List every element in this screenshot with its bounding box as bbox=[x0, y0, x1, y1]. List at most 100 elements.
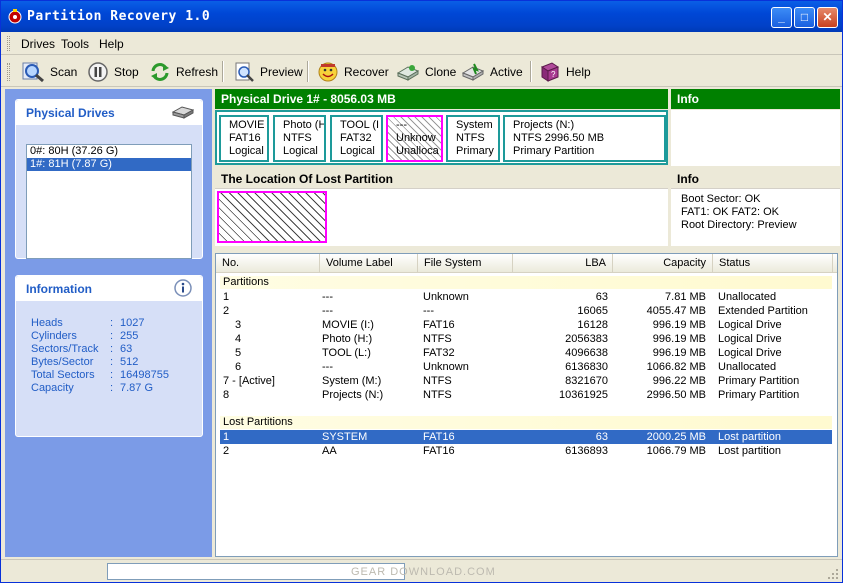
scan-button[interactable]: Scan bbox=[21, 59, 77, 84]
col-file-system[interactable]: File System bbox=[418, 254, 513, 273]
toolbar-separator bbox=[307, 61, 309, 82]
partition-map: MOVIE FAT16 Logical Photo (H NTFS Logica… bbox=[215, 110, 668, 165]
fat-status: FAT1: OK FAT2: OK bbox=[681, 206, 780, 218]
refresh-button[interactable]: Refresh bbox=[149, 59, 218, 84]
menu-drives[interactable]: Drives bbox=[21, 37, 55, 51]
partition-block-photo[interactable]: Photo (H NTFS Logical bbox=[273, 115, 326, 162]
info2-header: Info bbox=[671, 168, 840, 189]
table-row[interactable]: 2 --- --- 16065 4055.47 MB Extended Part… bbox=[220, 304, 832, 318]
lost-partition-block[interactable] bbox=[217, 191, 327, 243]
resize-grip-icon[interactable] bbox=[827, 568, 839, 580]
group-lost-partitions: Lost Partitions bbox=[220, 416, 832, 429]
partition-block-system[interactable]: System NTFS Primary bbox=[446, 115, 500, 162]
boot-sector-status: Boot Sector: OK bbox=[681, 193, 761, 205]
col-volume-label[interactable]: Volume Label bbox=[320, 254, 418, 273]
window-title: Partition Recovery 1.0 bbox=[27, 9, 211, 24]
recover-label: Recover bbox=[344, 64, 389, 79]
toolbar-separator bbox=[222, 61, 224, 82]
col-capacity[interactable]: Capacity bbox=[613, 254, 713, 273]
close-button[interactable]: ✕ bbox=[817, 7, 838, 28]
magnifier-icon bbox=[22, 62, 44, 82]
partition-block-projects[interactable]: Projects (N:) NTFS 2996.50 MB Primary Pa… bbox=[503, 115, 666, 162]
title-bar[interactable]: Partition Recovery 1.0 _ □ ✕ bbox=[1, 1, 842, 32]
partition-table[interactable]: No. Volume Label File System LBA Capacit… bbox=[215, 253, 838, 557]
table-row-lost[interactable]: 2 AA FAT16 6136893 1066.79 MB Lost parti… bbox=[220, 444, 832, 458]
active-label: Active bbox=[490, 64, 523, 79]
table-row[interactable]: 6 --- Unknown 6136830 1066.82 MB Unalloc… bbox=[220, 360, 832, 374]
col-no[interactable]: No. bbox=[216, 254, 320, 273]
preview-button[interactable]: Preview bbox=[233, 59, 303, 84]
clone-label: Clone bbox=[425, 64, 457, 79]
maximize-button[interactable]: □ bbox=[794, 7, 815, 28]
info2-pane: Boot Sector: OK FAT1: OK FAT2: OK Root D… bbox=[671, 189, 840, 246]
status-bar: GEAR DOWNLOAD.COM bbox=[1, 559, 842, 582]
refresh-label: Refresh bbox=[176, 64, 219, 79]
root-directory-status: Root Directory: Preview bbox=[681, 219, 797, 231]
table-row[interactable]: 8 Projects (N:) NTFS 10361925 2996.50 MB… bbox=[220, 388, 832, 402]
info-value: 16498755 bbox=[120, 369, 169, 381]
info-key: Sectors/Track bbox=[31, 343, 99, 355]
help-label: Help bbox=[566, 64, 591, 79]
toolbar-separator bbox=[530, 61, 532, 82]
information-panel: Information Heads:1027 Cylinders:255 Sec… bbox=[15, 275, 203, 437]
menu-bar: Drives Tools Help bbox=[1, 32, 842, 55]
info-key: Cylinders bbox=[31, 330, 77, 342]
lost-location-header: The Location Of Lost Partition bbox=[215, 168, 668, 189]
info-value: 255 bbox=[120, 330, 139, 342]
information-title: Information bbox=[26, 282, 92, 296]
group-partitions: Partitions bbox=[220, 276, 832, 289]
table-row[interactable]: 4 Photo (H:) NTFS 2056383 996.19 MB Logi… bbox=[220, 332, 832, 346]
col-lba[interactable]: LBA bbox=[513, 254, 613, 273]
drive-item-0[interactable]: 0#: 80H (37.26 G) bbox=[27, 145, 191, 158]
left-panel: Physical Drives 0#: 80H (37.26 G) 1#: 81… bbox=[5, 89, 212, 557]
help-button[interactable]: ? Help bbox=[539, 59, 591, 84]
recover-button[interactable]: Recover bbox=[317, 59, 389, 84]
refresh-icon bbox=[151, 62, 169, 81]
clone-button[interactable]: Clone bbox=[396, 59, 456, 84]
table-row[interactable]: 3 MOVIE (I:) FAT16 16128 996.19 MB Logic… bbox=[220, 318, 832, 332]
physical-drives-panel: Physical Drives 0#: 80H (37.26 G) 1#: 81… bbox=[15, 99, 203, 259]
info-key: Bytes/Sector bbox=[31, 356, 94, 368]
preview-label: Preview bbox=[260, 64, 303, 79]
stop-button[interactable]: Stop bbox=[87, 59, 139, 84]
information-header: Information bbox=[16, 276, 202, 301]
active-button[interactable]: Active bbox=[461, 59, 523, 84]
toolbar: Scan Stop Refresh Preview Recover Clone … bbox=[1, 56, 842, 87]
table-row-lost-selected[interactable]: 1 SYSTEM FAT16 63 2000.25 MB Lost partit… bbox=[220, 430, 832, 444]
info-value: 1027 bbox=[120, 317, 145, 329]
info-value: 512 bbox=[120, 356, 139, 368]
drive-header: Physical Drive 1# - 8056.03 MB bbox=[215, 89, 668, 109]
partition-block-tool[interactable]: TOOL (I FAT32 Logical bbox=[330, 115, 383, 162]
partition-block-unallocated[interactable]: --- Unknow Unalloca bbox=[386, 115, 443, 162]
partition-block-movie[interactable]: MOVIE FAT16 Logical bbox=[219, 115, 269, 162]
clone-disk-icon bbox=[396, 64, 420, 81]
main-area: Physical Drive 1# - 8056.03 MB Info MOVI… bbox=[215, 89, 840, 557]
drive-list[interactable]: 0#: 80H (37.26 G) 1#: 81H (7.87 G) bbox=[26, 144, 192, 259]
menu-help[interactable]: Help bbox=[99, 37, 124, 51]
lost-location-map bbox=[215, 189, 668, 246]
minimize-button[interactable]: _ bbox=[771, 7, 792, 28]
table-row[interactable]: 7 - [Active] System (M:) NTFS 8321670 99… bbox=[220, 374, 832, 388]
physical-drives-title: Physical Drives bbox=[26, 106, 115, 120]
col-status[interactable]: Status bbox=[713, 254, 833, 273]
table-row[interactable]: 5 TOOL (L:) FAT32 4096638 996.19 MB Logi… bbox=[220, 346, 832, 360]
preview-icon bbox=[235, 62, 254, 82]
svg-text:?: ? bbox=[551, 70, 556, 79]
table-header: No. Volume Label File System LBA Capacit… bbox=[216, 254, 837, 273]
info-value: 7.87 G bbox=[120, 382, 154, 394]
pause-icon bbox=[88, 61, 108, 82]
scan-label: Scan bbox=[50, 64, 78, 79]
info-key: Heads bbox=[31, 317, 63, 329]
info-icon bbox=[174, 279, 192, 297]
drive-item-1[interactable]: 1#: 81H (7.87 G) bbox=[27, 158, 191, 171]
info-key: Total Sectors bbox=[31, 369, 95, 381]
recover-icon bbox=[318, 62, 338, 81]
help-book-icon: ? bbox=[540, 61, 560, 82]
table-row[interactable]: 1 --- Unknown 63 7.81 MB Unallocated bbox=[220, 290, 832, 304]
menubar-grip bbox=[7, 36, 10, 51]
menu-tools[interactable]: Tools bbox=[61, 37, 89, 51]
watermark-text: GEAR DOWNLOAD.COM bbox=[351, 566, 496, 578]
toolbar-grip bbox=[7, 63, 10, 81]
info-value: 63 bbox=[120, 343, 133, 355]
info-key: Capacity bbox=[31, 382, 74, 394]
